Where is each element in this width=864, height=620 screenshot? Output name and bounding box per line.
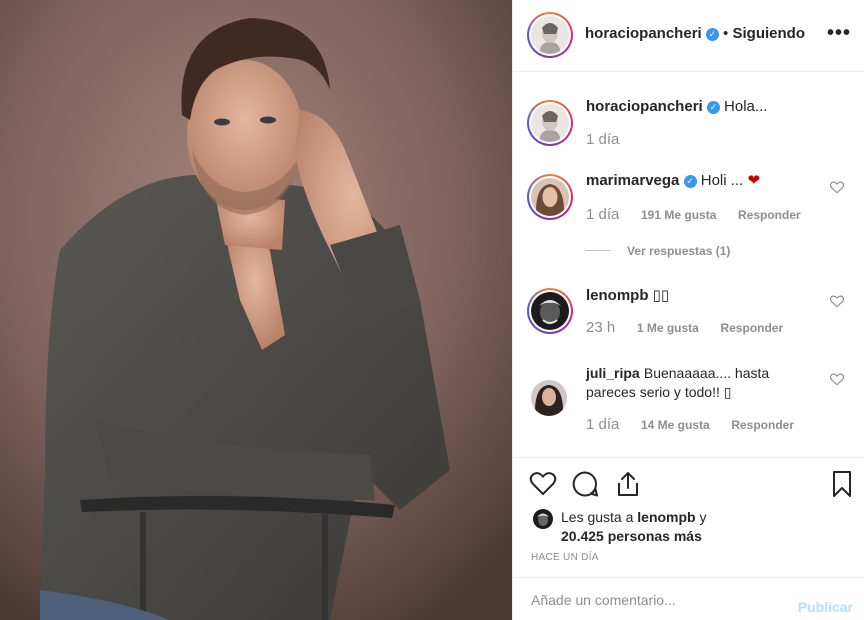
comment-like-heart-icon[interactable] (830, 295, 844, 308)
comment-meta: 1 día 14 Me gusta Responder (586, 416, 794, 433)
heart-icon[interactable] (529, 470, 557, 498)
reply-button[interactable]: Responder (731, 418, 794, 432)
reply-button[interactable]: Responder (738, 208, 801, 222)
more-options-icon[interactable]: ••• (827, 22, 851, 45)
publish-button[interactable]: Publicar (798, 599, 853, 615)
comment-meta: 23 h 1 Me gusta Responder (586, 319, 783, 336)
post-actions: Les gusta a lenompb y 20.425 personas má… (513, 457, 864, 577)
caption-meta: 1 día (586, 131, 637, 148)
comment-avatar[interactable] (527, 288, 573, 334)
avatar-image (537, 513, 549, 526)
verified-badge-icon: ✓ (705, 28, 719, 41)
portrait-illustration (0, 0, 512, 620)
avatar-image (539, 300, 561, 324)
comment-box: Publicar (513, 577, 864, 620)
header-row: horaciopancheri ✓ • Siguiendo (585, 25, 805, 42)
comment-input[interactable] (531, 588, 781, 612)
avatar-image (534, 385, 564, 416)
comment-username[interactable]: juli_ripa (586, 365, 640, 381)
comment-time[interactable]: 1 día (586, 416, 619, 433)
post-details-panel: horaciopancheri ✓ • Siguiendo ••• horaci… (512, 0, 864, 620)
avatar-image (535, 184, 565, 216)
comment-text: Holi ... (700, 172, 744, 189)
comment-time[interactable]: 1 día (586, 206, 619, 223)
comment-likes[interactable]: 1 Me gusta (637, 321, 699, 335)
caption-text-row: horaciopancheri ✓ Hola... (586, 97, 816, 116)
avatar-image (539, 111, 561, 142)
following-button[interactable]: Siguiendo (732, 25, 805, 42)
comment-username[interactable]: lenompb (586, 287, 649, 304)
likes-prefix: Les gusta a (561, 509, 634, 525)
share-icon[interactable] (614, 470, 642, 498)
header-separator: • (723, 25, 729, 42)
post-header: horaciopancheri ✓ • Siguiendo ••• (513, 0, 864, 72)
author-avatar[interactable] (527, 12, 573, 58)
reply-button[interactable]: Responder (720, 321, 783, 335)
caption-avatar[interactable] (527, 100, 573, 146)
likes-user[interactable]: lenompb (637, 509, 695, 525)
comment-like-heart-icon[interactable] (830, 181, 844, 194)
likes-summary: Les gusta a lenompb y 20.425 personas má… (561, 508, 707, 546)
comment-text-row: lenompb ▯▯ (586, 286, 816, 305)
replies-divider-line (585, 250, 611, 251)
comment-username[interactable]: marimarvega (586, 172, 679, 189)
verified-badge-icon: ✓ (706, 101, 720, 114)
caption-text: Hola... (724, 98, 768, 115)
red-heart-emoji: ❤ (747, 172, 761, 189)
likes-conj: y (699, 509, 707, 525)
liker-avatar[interactable] (533, 509, 553, 529)
comment-text: ▯▯ (652, 287, 670, 304)
comment-likes[interactable]: 14 Me gusta (641, 418, 710, 432)
bookmark-icon[interactable] (828, 470, 856, 498)
post-image[interactable] (0, 0, 512, 620)
caption-username[interactable]: horaciopancheri (586, 98, 703, 115)
comment-icon[interactable] (571, 470, 599, 498)
view-replies-button[interactable]: Ver respuestas (1) (585, 244, 730, 258)
comment-likes[interactable]: 191 Me gusta (641, 208, 716, 222)
comment-avatar[interactable] (527, 174, 573, 220)
avatar-image (539, 23, 561, 54)
comment-like-heart-icon[interactable] (830, 373, 844, 386)
verified-badge-icon: ✓ (683, 175, 697, 188)
comment-text-row: marimarvega ✓ Holi ... ❤ (586, 171, 816, 190)
comment-meta: 1 día 191 Me gusta Responder (586, 206, 801, 223)
likes-count[interactable]: 20.425 personas más (561, 528, 702, 544)
comment-text-row: juli_ripa Buenaaaaa.... hasta pareces se… (586, 364, 816, 402)
view-replies-label: Ver respuestas (1) (627, 244, 731, 258)
comment-avatar[interactable] (531, 380, 567, 416)
post-timestamp[interactable]: HACE UN DÍA (531, 552, 599, 563)
author-username[interactable]: horaciopancheri (585, 25, 702, 42)
comment-time[interactable]: 23 h (586, 319, 615, 336)
caption-time[interactable]: 1 día (586, 131, 619, 148)
